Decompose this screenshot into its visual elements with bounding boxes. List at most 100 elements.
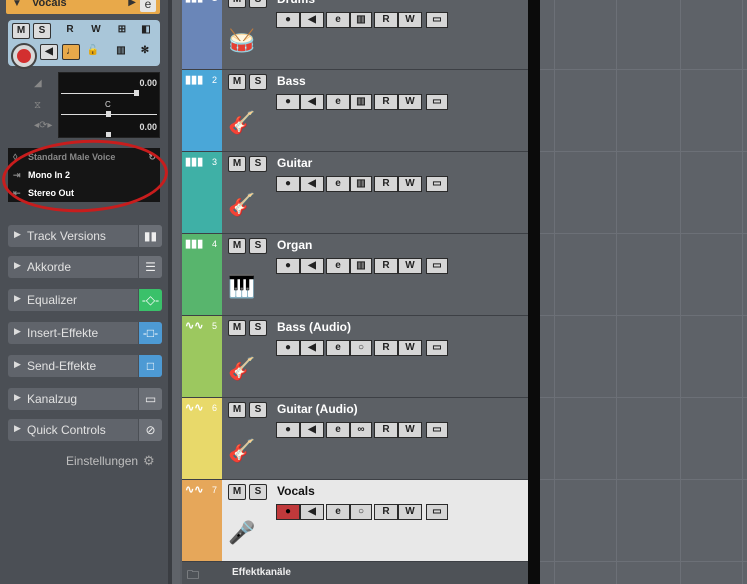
solo-button[interactable]: S — [249, 402, 267, 418]
solo-button[interactable]: S — [249, 238, 267, 254]
track-color-strip[interactable]: ▮▮▮ 1 — [182, 0, 222, 69]
quick-controls-icon[interactable]: ⊘ — [138, 419, 162, 441]
read-button[interactable]: R — [374, 422, 398, 438]
monitor-button[interactable]: ◀ — [300, 94, 324, 110]
insert-icon[interactable]: -□- — [138, 322, 162, 344]
timebase-icon[interactable]: ♩ — [62, 44, 80, 60]
inspector-solo-button[interactable]: S — [33, 23, 51, 39]
keyboard-icon[interactable]: ▥ — [350, 176, 372, 192]
mute-button[interactable]: M — [228, 0, 246, 8]
write-button[interactable]: W — [398, 94, 422, 110]
section-channel-strip[interactable]: ▶ Kanalzug ▭ — [8, 388, 162, 410]
lane-button[interactable]: ▭ — [426, 176, 448, 192]
edit-button[interactable]: e — [326, 504, 350, 520]
track-color-strip[interactable]: ∿∿ 7 — [182, 480, 222, 561]
lane-button[interactable]: ▭ — [426, 12, 448, 28]
inspector-mute-button[interactable]: M — [12, 23, 30, 39]
record-button[interactable]: ● — [276, 94, 300, 110]
track-color-strip[interactable]: ▮▮▮ 4 — [182, 234, 222, 315]
drums-icon[interactable]: 🥁 — [228, 28, 262, 62]
track-name[interactable]: Drums — [277, 0, 315, 6]
organ-icon[interactable]: 🎹 — [228, 274, 262, 308]
channel-strip-icon[interactable]: ▭ — [138, 388, 162, 410]
section-insert-effects[interactable]: ▶ Insert-Effekte -□- — [8, 322, 162, 344]
track-color-strip[interactable]: ∿∿ 6 — [182, 398, 222, 479]
record-button[interactable]: ● — [276, 258, 300, 274]
record-button[interactable]: ● — [276, 340, 300, 356]
fader-panel[interactable]: 0.00 C 0.00 — [58, 72, 160, 138]
monitor-button[interactable]: ◀ — [300, 422, 324, 438]
track-row[interactable]: ▮▮▮ 2 M S Bass ● ◀ e ▥ R W ▭ 🎸 — [182, 70, 528, 152]
edit-button[interactable]: e — [326, 176, 350, 192]
edit-button[interactable]: e — [326, 94, 350, 110]
edit-button[interactable]: e — [326, 340, 350, 356]
freeze-icon[interactable]: ◧ — [136, 23, 156, 39]
input-routing-row[interactable]: ⇥ Mono In 2 — [8, 166, 160, 184]
inspector-settings[interactable]: Einstellungen ⚙ — [66, 453, 155, 468]
section-quick-controls[interactable]: ▶ Quick Controls ⊘ — [8, 419, 162, 441]
bass-guitar-icon[interactable]: 🎸 — [228, 356, 262, 390]
delay-slider-handle[interactable] — [106, 132, 111, 137]
monitor-button[interactable]: ◀ — [300, 340, 324, 356]
write-button[interactable]: W — [398, 504, 422, 520]
track-row[interactable]: ∿∿ 7 M S Vocals ● ◀ e ○ R W ▭ 🎤 — [182, 480, 528, 562]
lane-button[interactable]: ▭ — [426, 504, 448, 520]
keyboard-icon[interactable]: ▥ — [350, 94, 372, 110]
track-name[interactable]: Bass — [277, 74, 306, 88]
solo-button[interactable]: S — [249, 320, 267, 336]
mute-button[interactable]: M — [228, 156, 246, 172]
volume-fader-handle[interactable] — [134, 90, 139, 96]
channel-settings-icon[interactable]: ▥ — [110, 44, 132, 60]
section-equalizer[interactable]: ▶ Equalizer -◇- — [8, 289, 162, 311]
electric-guitar-icon[interactable]: 🎸 — [228, 438, 262, 472]
mute-button[interactable]: M — [228, 74, 246, 90]
mute-button[interactable]: M — [228, 238, 246, 254]
gear-icon[interactable]: ⚙ — [143, 453, 155, 469]
keyboard-icon[interactable]: ▥ — [350, 12, 372, 28]
collapse-arrow-icon[interactable]: ▼ — [12, 0, 22, 9]
lock-icon[interactable]: 🔓 — [84, 44, 102, 60]
write-button[interactable]: W — [398, 258, 422, 274]
section-send-effects[interactable]: ▶ Send-Effekte □ — [8, 355, 162, 377]
track-row[interactable]: ▮▮▮ 4 M S Organ ● ◀ e ▥ R W ▭ 🎹 — [182, 234, 528, 316]
write-button[interactable]: W — [398, 422, 422, 438]
link-icon[interactable]: ○ — [350, 504, 372, 520]
section-track-versions[interactable]: ▶ Track Versions ▮▮ — [8, 225, 162, 247]
mute-button[interactable]: M — [228, 320, 246, 336]
chords-icon[interactable]: ☰ — [138, 256, 162, 278]
link-icon[interactable]: ○ — [350, 340, 372, 356]
send-icon[interactable]: □ — [138, 355, 162, 377]
track-row[interactable]: ∿∿ 5 M S Bass (Audio) ● ◀ e ○ R W ▭ 🎸 — [182, 316, 528, 398]
inspector-track-header[interactable]: ▼ Vocals ▶ e — [6, 0, 160, 14]
track-row[interactable]: ∿∿ 6 M S Guitar (Audio) ● ◀ e ∞ R W ▭ 🎸 — [182, 398, 528, 480]
track-color-strip[interactable]: ▮▮▮ 2 — [182, 70, 222, 151]
keyboard-icon[interactable]: ▥ — [350, 258, 372, 274]
track-name[interactable]: Vocals — [277, 484, 315, 498]
microphone-icon[interactable]: 🎤 — [228, 520, 262, 554]
edit-button[interactable]: e — [326, 422, 350, 438]
mute-button[interactable]: M — [228, 402, 246, 418]
solo-button[interactable]: S — [249, 74, 267, 90]
track-versions-icon[interactable]: ▮▮ — [138, 225, 162, 247]
read-button[interactable]: R — [374, 12, 398, 28]
read-button[interactable]: R — [374, 504, 398, 520]
write-button[interactable]: W — [398, 176, 422, 192]
read-button[interactable]: R — [374, 340, 398, 356]
track-list-divider[interactable] — [528, 0, 540, 584]
read-button[interactable]: R — [374, 176, 398, 192]
record-button[interactable]: ● — [276, 176, 300, 192]
track-name[interactable]: Guitar — [277, 156, 312, 170]
section-chords[interactable]: ▶ Akkorde ☰ — [8, 256, 162, 278]
link-icon[interactable]: ∞ — [350, 422, 372, 438]
edit-button[interactable]: e — [326, 258, 350, 274]
monitor-button[interactable]: ◀ — [300, 176, 324, 192]
snowflake-icon[interactable]: ✻ — [136, 44, 154, 60]
pan-slider-handle[interactable] — [106, 111, 111, 117]
eq-icon[interactable]: -◇- — [138, 289, 162, 311]
record-enable-button[interactable] — [11, 43, 37, 69]
solo-button[interactable]: S — [249, 156, 267, 172]
project-window[interactable] — [540, 0, 747, 584]
inspector-write-button[interactable]: W — [86, 23, 106, 39]
reload-icon[interactable]: ↻ — [148, 148, 156, 166]
edit-instrument-button[interactable]: e — [140, 0, 156, 12]
